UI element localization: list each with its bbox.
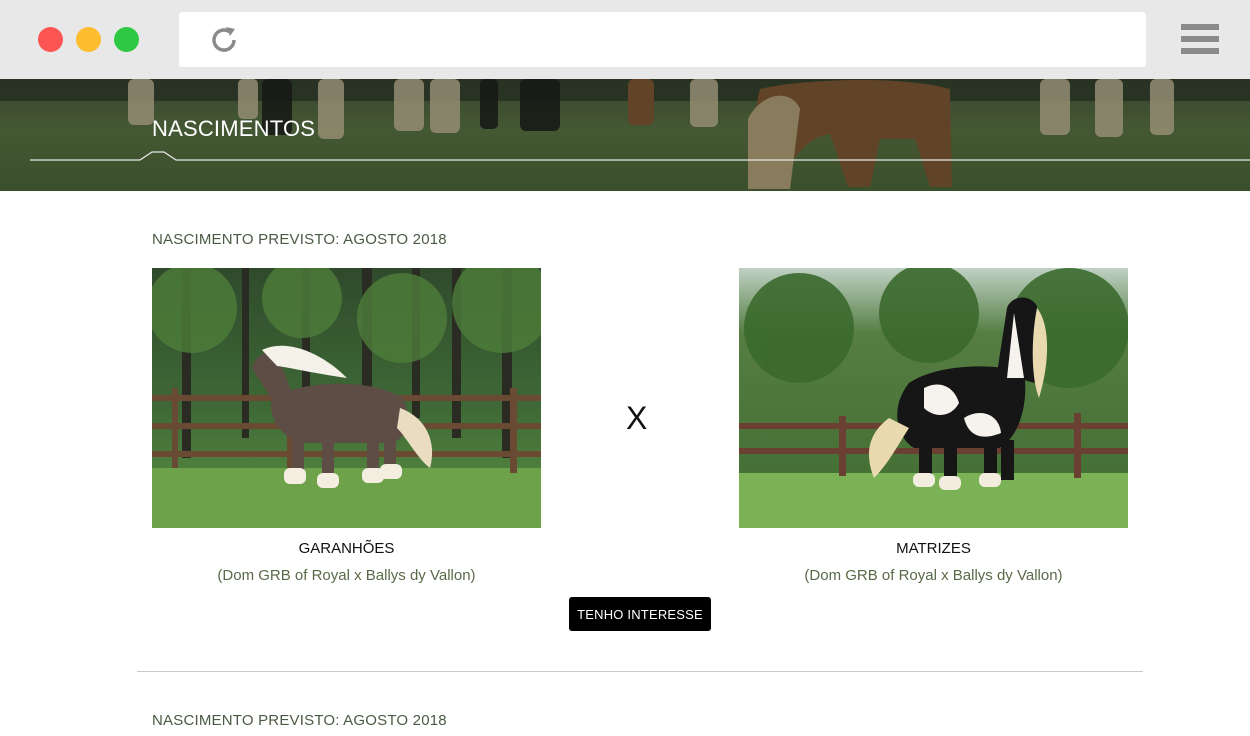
stallion-photo [152, 268, 541, 528]
browser-toolbar [0, 0, 1250, 79]
mare-photo [739, 268, 1128, 528]
hamburger-menu-icon[interactable] [1181, 24, 1219, 54]
section-divider [137, 671, 1143, 672]
minimize-window-button[interactable] [76, 27, 101, 52]
address-bar[interactable] [179, 12, 1146, 67]
mare-lineage: (Dom GRB of Royal x Ballys dy Vallon) [804, 567, 1063, 584]
maximize-window-button[interactable] [114, 27, 139, 52]
interest-button[interactable]: TENHO INTERESSE [569, 597, 711, 631]
hero-banner: NASCIMENTOS [0, 79, 1250, 191]
hero-underline [30, 151, 1250, 161]
stallion-lineage: (Dom GRB of Royal x Ballys dy Vallon) [217, 567, 476, 584]
close-window-button[interactable] [38, 27, 63, 52]
reload-icon[interactable] [209, 25, 239, 55]
cross-separator: X [626, 400, 648, 436]
stallion-title: GARANHÕES [298, 540, 395, 557]
birth-expected-label: NASCIMENTO PREVISTO: AGOSTO 2018 [152, 231, 447, 248]
birth-expected-label: NASCIMENTO PREVISTO: AGOSTO 2018 [152, 712, 447, 729]
page-title: NASCIMENTOS [152, 116, 316, 141]
mare-title: MATRIZES [896, 540, 971, 557]
